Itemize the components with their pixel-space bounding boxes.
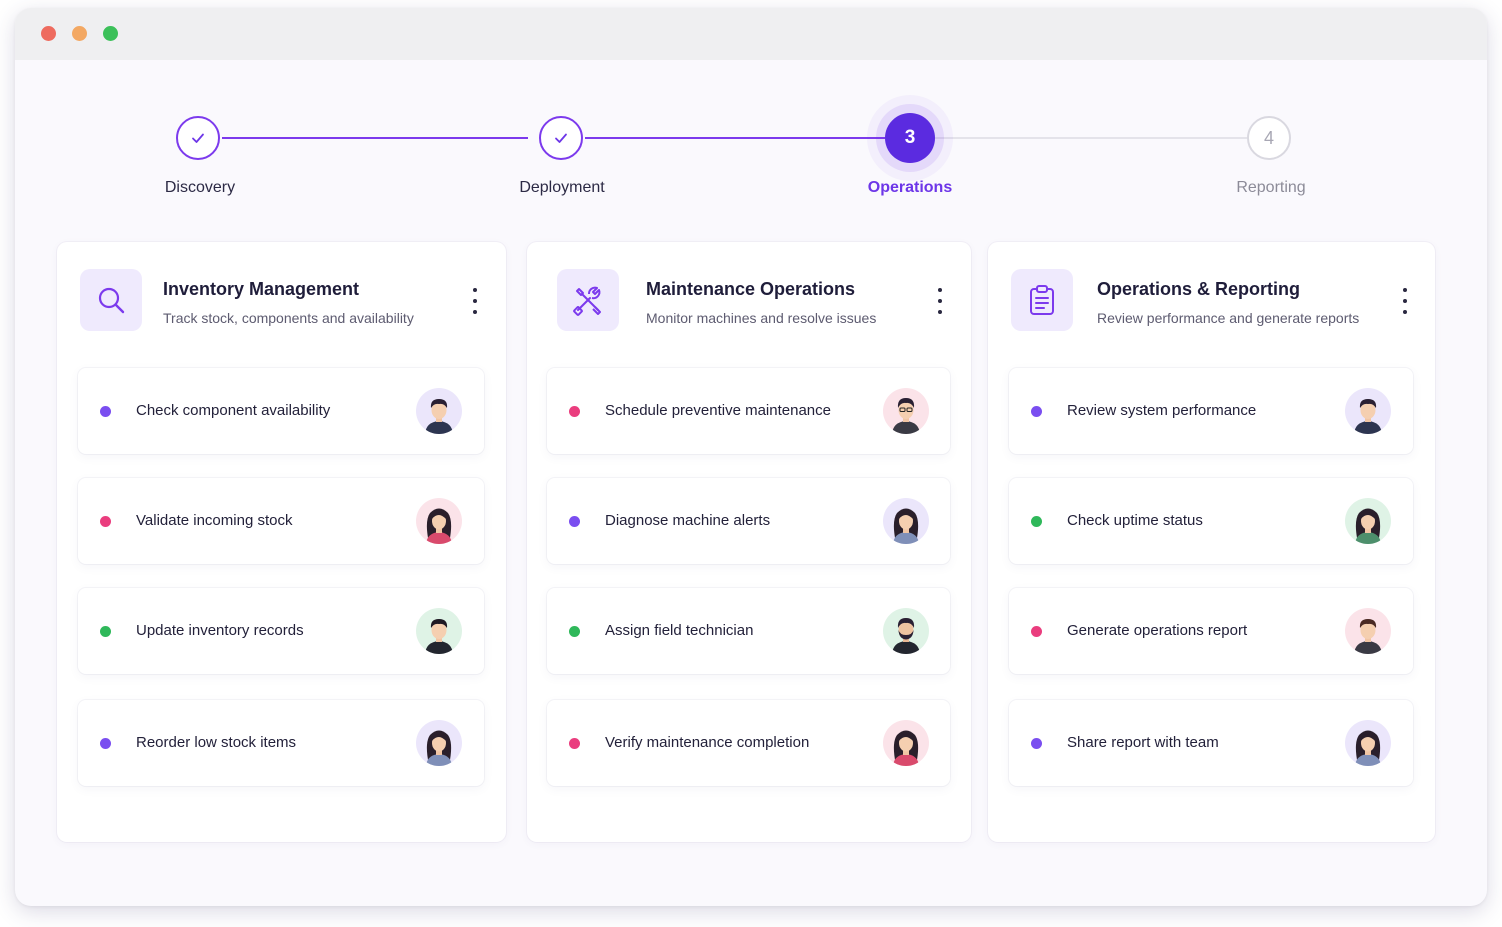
- panel-inventory-management: Inventory Management Track stock, compon…: [57, 242, 506, 842]
- panel-operations-reporting: Operations & Reporting Review performanc…: [988, 242, 1435, 842]
- panel-header: Operations & Reporting Review performanc…: [988, 242, 1435, 352]
- panel-subtitle: Monitor machines and resolve issues: [646, 310, 877, 326]
- task-label: Schedule preventive maintenance: [605, 402, 831, 419]
- avatar-woman-icon[interactable]: [416, 498, 462, 544]
- more-options-icon[interactable]: [467, 288, 483, 314]
- step-connector-1: [222, 137, 528, 139]
- task-label: Check uptime status: [1067, 512, 1203, 529]
- task-label: Generate operations report: [1067, 622, 1248, 639]
- task-card[interactable]: Check uptime status: [1009, 478, 1413, 564]
- avatar-woman-icon[interactable]: [1345, 720, 1391, 766]
- panel-subtitle: Track stock, components and availability: [163, 310, 414, 326]
- step-3-active-circle[interactable]: 3: [885, 113, 935, 163]
- task-label: Check component availability: [136, 402, 331, 419]
- panel-header: Maintenance Operations Monitor machines …: [527, 242, 971, 352]
- avatar-man-icon[interactable]: [416, 388, 462, 434]
- avatar-man-icon[interactable]: [1345, 388, 1391, 434]
- step-1-check-circle[interactable]: [176, 116, 220, 160]
- task-card[interactable]: Share report with team: [1009, 700, 1413, 786]
- panel-title: Inventory Management: [163, 279, 360, 299]
- step-2-check-circle[interactable]: [539, 116, 583, 160]
- status-dot: [569, 626, 580, 637]
- step-connector-3: [935, 137, 1247, 139]
- status-dot: [569, 406, 580, 417]
- checkmark-icon: [555, 133, 567, 143]
- more-options-icon[interactable]: [1397, 288, 1413, 314]
- task-label: Review system performance: [1067, 402, 1257, 419]
- status-dot: [1031, 626, 1042, 637]
- task-label: Assign field technician: [605, 622, 754, 639]
- avatar-woman-icon[interactable]: [416, 720, 462, 766]
- task-card[interactable]: Generate operations report: [1009, 588, 1413, 674]
- task-label: Share report with team: [1067, 734, 1219, 751]
- step-connector-2: [585, 137, 885, 139]
- task-card[interactable]: Verify maintenance completion: [547, 700, 950, 786]
- task-card[interactable]: Review system performance: [1009, 368, 1413, 454]
- checkmark-icon: [192, 133, 204, 143]
- avatar-man-beard-icon[interactable]: [883, 608, 929, 654]
- window-maximize-button[interactable]: [103, 26, 118, 41]
- step-4-label: Reporting: [1236, 179, 1306, 196]
- avatar-man-glasses-icon[interactable]: [883, 388, 929, 434]
- status-dot: [569, 516, 580, 527]
- status-dot: [569, 738, 580, 749]
- avatar-woman-icon[interactable]: [883, 498, 929, 544]
- status-dot: [100, 516, 111, 527]
- panel-header: Inventory Management Track stock, compon…: [57, 242, 506, 352]
- step-1-label: Discovery: [164, 179, 236, 196]
- task-card[interactable]: Validate incoming stock: [78, 478, 484, 564]
- clipboard-icon: [1011, 269, 1073, 331]
- window-close-button[interactable]: [41, 26, 56, 41]
- task-card[interactable]: Reorder low stock items: [78, 700, 484, 786]
- panel-maintenance-operations: Maintenance Operations Monitor machines …: [527, 242, 971, 842]
- progress-stepper: Discovery Deployment 3 Operations 4 Repo…: [15, 60, 1487, 230]
- avatar-woman-icon[interactable]: [1345, 498, 1391, 544]
- avatar-woman-icon[interactable]: [883, 720, 929, 766]
- status-dot: [1031, 738, 1042, 749]
- step-4-circle[interactable]: 4: [1247, 116, 1291, 160]
- status-dot: [100, 626, 111, 637]
- title-bar: [15, 8, 1487, 60]
- step-3-label: Operations: [867, 179, 953, 196]
- task-label: Validate incoming stock: [136, 512, 293, 529]
- app-window: Discovery Deployment 3 Operations 4 Repo…: [15, 8, 1487, 906]
- task-card[interactable]: Diagnose machine alerts: [547, 478, 950, 564]
- task-label: Reorder low stock items: [136, 734, 297, 751]
- status-dot: [100, 406, 111, 417]
- status-dot: [100, 738, 111, 749]
- status-dot: [1031, 516, 1042, 527]
- avatar-man-icon[interactable]: [416, 608, 462, 654]
- panel-subtitle: Review performance and generate reports: [1097, 310, 1360, 326]
- task-card[interactable]: Check component availability: [78, 368, 484, 454]
- task-label: Update inventory records: [136, 622, 304, 639]
- status-dot: [1031, 406, 1042, 417]
- window-minimize-button[interactable]: [72, 26, 87, 41]
- search-icon: [80, 269, 142, 331]
- task-label: Verify maintenance completion: [605, 734, 810, 751]
- panel-title: Maintenance Operations: [646, 279, 856, 299]
- task-card[interactable]: Update inventory records: [78, 588, 484, 674]
- task-label: Diagnose machine alerts: [605, 512, 771, 529]
- avatar-man-icon[interactable]: [1345, 608, 1391, 654]
- step-2-label: Deployment: [519, 179, 605, 196]
- task-card[interactable]: Schedule preventive maintenance: [547, 368, 950, 454]
- task-card[interactable]: Assign field technician: [547, 588, 950, 674]
- panel-title: Operations & Reporting: [1097, 279, 1301, 299]
- more-options-icon[interactable]: [932, 288, 948, 314]
- tools-icon: [557, 269, 619, 331]
